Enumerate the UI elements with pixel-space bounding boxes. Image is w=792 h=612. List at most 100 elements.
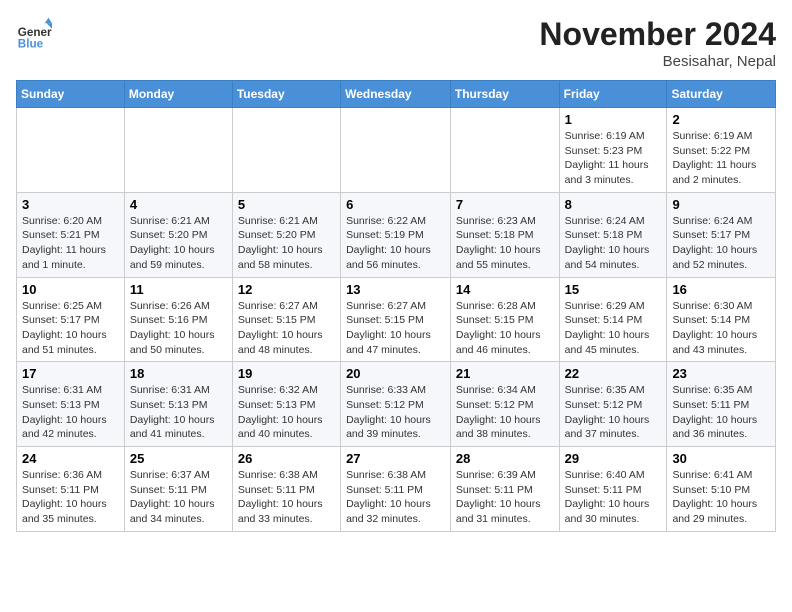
weekday-header-thursday: Thursday (450, 81, 559, 108)
weekday-header-tuesday: Tuesday (232, 81, 340, 108)
day-info: Sunrise: 6:22 AMSunset: 5:19 PMDaylight:… (346, 214, 445, 273)
day-info: Sunrise: 6:26 AMSunset: 5:16 PMDaylight:… (130, 299, 227, 358)
day-number: 9 (672, 197, 770, 212)
day-number: 25 (130, 451, 227, 466)
day-info: Sunrise: 6:24 AMSunset: 5:18 PMDaylight:… (565, 214, 662, 273)
day-number: 28 (456, 451, 554, 466)
day-number: 29 (565, 451, 662, 466)
weekday-header-monday: Monday (124, 81, 232, 108)
day-number: 2 (672, 112, 770, 127)
day-number: 22 (565, 366, 662, 381)
day-cell (17, 108, 125, 193)
day-cell: 17Sunrise: 6:31 AMSunset: 5:13 PMDayligh… (17, 362, 125, 447)
day-number: 16 (672, 282, 770, 297)
week-row-2: 3Sunrise: 6:20 AMSunset: 5:21 PMDaylight… (17, 192, 776, 277)
day-info: Sunrise: 6:36 AMSunset: 5:11 PMDaylight:… (22, 468, 119, 527)
day-cell: 13 Sunrise: 6:27 AMSunset: 5:15 PMDayligh… (341, 277, 451, 362)
week-row-4: 17 Sunrise: 6:31 AMSunset: 5:13 PMDayligh… (17, 362, 776, 447)
day-cell (232, 108, 340, 193)
day-number: 17 (22, 366, 119, 381)
day-cell: 23 Sunrise: 6:35 AMSunset: 5:11 PMDayligh… (667, 362, 776, 447)
logo-icon: General Blue (16, 16, 52, 52)
day-number: 12 (238, 282, 335, 297)
day-cell: 12 Sunrise: 6:27 AMSunset: 5:15 PMDayligh… (232, 277, 340, 362)
day-number: 1 (565, 112, 662, 127)
day-cell: 14 Sunrise: 6:28 AMSunset: 5:15 PMDayligh… (450, 277, 559, 362)
day-number: 4 (130, 197, 227, 212)
day-number: 6 (346, 197, 445, 212)
day-info: Sunrise: 6:24 AMSunset: 5:17 PMDaylight:… (672, 214, 770, 273)
title-block: November 2024 Besisahar, Nepal (539, 16, 776, 70)
day-number: 21 (456, 366, 554, 381)
weekday-header-saturday: Saturday (667, 81, 776, 108)
day-number: 13 (346, 282, 445, 297)
day-info: Sunrise: 6:19 AMSunset: 5:22 PMDaylight:… (672, 129, 770, 188)
day-cell: 5 Sunrise: 6:21 AMSunset: 5:20 PMDaylight… (232, 192, 340, 277)
day-cell: 15 Sunrise: 6:29 AMSunset: 5:14 PMDayligh… (559, 277, 667, 362)
day-number: 19 (238, 366, 335, 381)
day-info: Sunrise: 6:19 AMSunset: 5:23 PMDaylight:… (565, 129, 662, 188)
svg-text:Blue: Blue (18, 38, 44, 51)
day-number: 7 (456, 197, 554, 212)
day-cell: 25 Sunrise: 6:37 AMSunset: 5:11 PMDayligh… (124, 447, 232, 532)
day-number: 23 (672, 366, 770, 381)
day-cell: 20Sunrise: 6:33 AMSunset: 5:12 PMDayligh… (341, 362, 451, 447)
day-info: Sunrise: 6:25 AMSunset: 5:17 PMDaylight:… (22, 299, 119, 358)
day-info: Sunrise: 6:21 AMSunset: 5:20 PMDaylight:… (130, 214, 227, 273)
day-info: Sunrise: 6:31 AMSunset: 5:13 PMDaylight:… (130, 383, 227, 442)
weekday-header-wednesday: Wednesday (341, 81, 451, 108)
weekday-header-friday: Friday (559, 81, 667, 108)
logo: General Blue (16, 16, 52, 52)
day-info: Sunrise: 6:41 AMSunset: 5:10 PMDaylight:… (672, 468, 770, 527)
day-number: 30 (672, 451, 770, 466)
day-number: 24 (22, 451, 119, 466)
calendar-table: SundayMondayTuesdayWednesdayThursdayFrid… (16, 80, 776, 532)
day-cell: 26Sunrise: 6:38 AMSunset: 5:11 PMDayligh… (232, 447, 340, 532)
day-info: Sunrise: 6:27 AMSunset: 5:15 PMDaylight:… (238, 299, 335, 358)
day-info: Sunrise: 6:21 AMSunset: 5:20 PMDaylight:… (238, 214, 335, 273)
day-number: 10 (22, 282, 119, 297)
day-info: Sunrise: 6:34 AMSunset: 5:12 PMDaylight:… (456, 383, 554, 442)
day-number: 11 (130, 282, 227, 297)
day-number: 18 (130, 366, 227, 381)
day-info: Sunrise: 6:37 AMSunset: 5:11 PMDaylight:… (130, 468, 227, 527)
day-cell: 24 Sunrise: 6:36 AMSunset: 5:11 PMDayligh… (17, 447, 125, 532)
day-info: Sunrise: 6:33 AMSunset: 5:12 PMDaylight:… (346, 383, 445, 442)
day-info: Sunrise: 6:27 AMSunset: 5:15 PMDaylight:… (346, 299, 445, 358)
day-info: Sunrise: 6:35 AMSunset: 5:12 PMDaylight:… (565, 383, 662, 442)
day-cell: 28 Sunrise: 6:39 AMSunset: 5:11 PMDayligh… (450, 447, 559, 532)
day-number: 15 (565, 282, 662, 297)
month-title: November 2024 (539, 16, 776, 53)
day-info: Sunrise: 6:29 AMSunset: 5:14 PMDaylight:… (565, 299, 662, 358)
day-cell: 2 Sunrise: 6:19 AMSunset: 5:22 PMDaylight… (667, 108, 776, 193)
week-row-3: 10 Sunrise: 6:25 AMSunset: 5:17 PMDayligh… (17, 277, 776, 362)
day-cell (450, 108, 559, 193)
day-cell (341, 108, 451, 193)
day-info: Sunrise: 6:23 AMSunset: 5:18 PMDaylight:… (456, 214, 554, 273)
day-number: 8 (565, 197, 662, 212)
day-cell: 27Sunrise: 6:38 AMSunset: 5:11 PMDayligh… (341, 447, 451, 532)
day-number: 14 (456, 282, 554, 297)
day-info: Sunrise: 6:38 AMSunset: 5:11 PMDaylight:… (238, 468, 335, 527)
day-info: Sunrise: 6:30 AMSunset: 5:14 PMDaylight:… (672, 299, 770, 358)
day-cell: 11 Sunrise: 6:26 AMSunset: 5:16 PMDayligh… (124, 277, 232, 362)
day-info: Sunrise: 6:28 AMSunset: 5:15 PMDaylight:… (456, 299, 554, 358)
day-cell: 30 Sunrise: 6:41 AMSunset: 5:10 PMDayligh… (667, 447, 776, 532)
day-cell: 9 Sunrise: 6:24 AMSunset: 5:17 PMDaylight… (667, 192, 776, 277)
day-info: Sunrise: 6:20 AMSunset: 5:21 PMDaylight:… (22, 214, 119, 273)
day-cell: 10 Sunrise: 6:25 AMSunset: 5:17 PMDayligh… (17, 277, 125, 362)
day-info: Sunrise: 6:39 AMSunset: 5:11 PMDaylight:… (456, 468, 554, 527)
day-cell: 21 Sunrise: 6:34 AMSunset: 5:12 PMDayligh… (450, 362, 559, 447)
day-cell: 18 Sunrise: 6:31 AMSunset: 5:13 PMDayligh… (124, 362, 232, 447)
location: Besisahar, Nepal (539, 53, 776, 70)
day-cell: 29Sunrise: 6:40 AMSunset: 5:11 PMDayligh… (559, 447, 667, 532)
day-cell: 7 Sunrise: 6:23 AMSunset: 5:18 PMDaylight… (450, 192, 559, 277)
week-row-1: 1 Sunrise: 6:19 AMSunset: 5:23 PMDaylight… (17, 108, 776, 193)
day-number: 5 (238, 197, 335, 212)
day-cell: 1 Sunrise: 6:19 AMSunset: 5:23 PMDaylight… (559, 108, 667, 193)
day-cell: 22 Sunrise: 6:35 AMSunset: 5:12 PMDayligh… (559, 362, 667, 447)
day-cell: 16 Sunrise: 6:30 AMSunset: 5:14 PMDayligh… (667, 277, 776, 362)
day-info: Sunrise: 6:35 AMSunset: 5:11 PMDaylight:… (672, 383, 770, 442)
weekday-header-row: SundayMondayTuesdayWednesdayThursdayFrid… (17, 81, 776, 108)
day-info: Sunrise: 6:32 AMSunset: 5:13 PMDaylight:… (238, 383, 335, 442)
